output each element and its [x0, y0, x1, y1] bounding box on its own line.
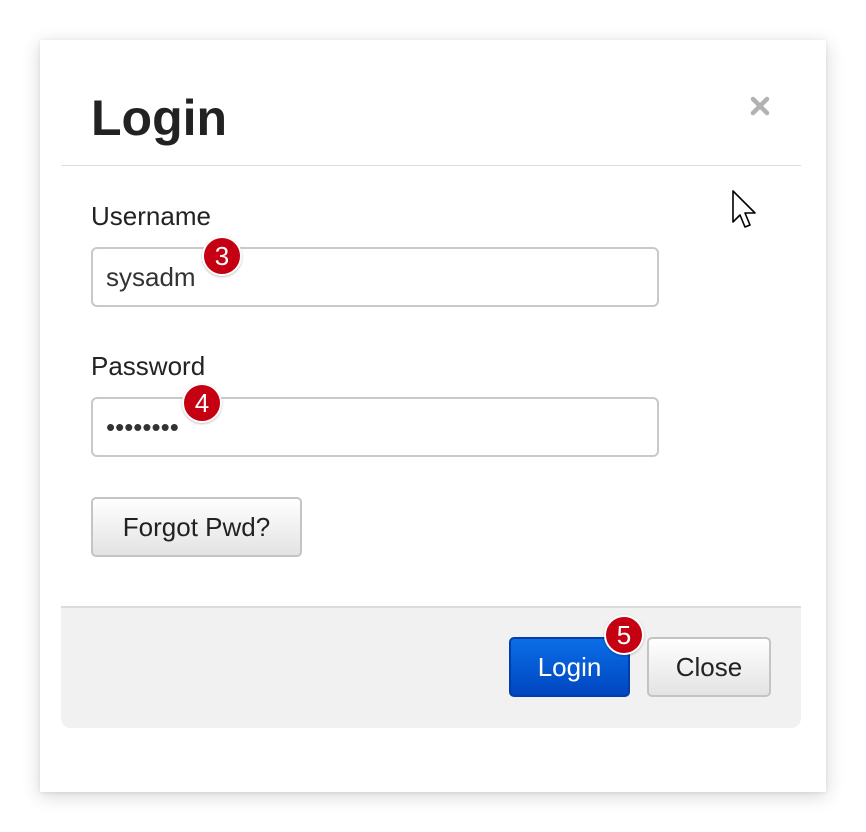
password-input[interactable]	[91, 397, 659, 457]
close-button[interactable]: Close	[647, 637, 771, 697]
step-badge-3: 3	[202, 236, 242, 276]
dialog-header: Login	[61, 40, 801, 166]
mouse-cursor-icon	[732, 190, 756, 228]
close-icon[interactable]	[745, 91, 775, 121]
page: Login Username Password Forgot Pwd? Logi…	[0, 0, 866, 832]
step-badge-5: 5	[604, 615, 644, 655]
password-label: Password	[91, 351, 206, 381]
login-dialog: Login Username Password Forgot Pwd? Logi…	[40, 40, 826, 792]
username-label: Username	[91, 201, 211, 231]
username-input[interactable]	[91, 247, 659, 307]
dialog-title: Login	[91, 90, 228, 146]
forgot-password-button[interactable]: Forgot Pwd?	[91, 497, 302, 557]
close-icon-glyph	[750, 96, 770, 116]
step-badge-4: 4	[182, 383, 222, 423]
